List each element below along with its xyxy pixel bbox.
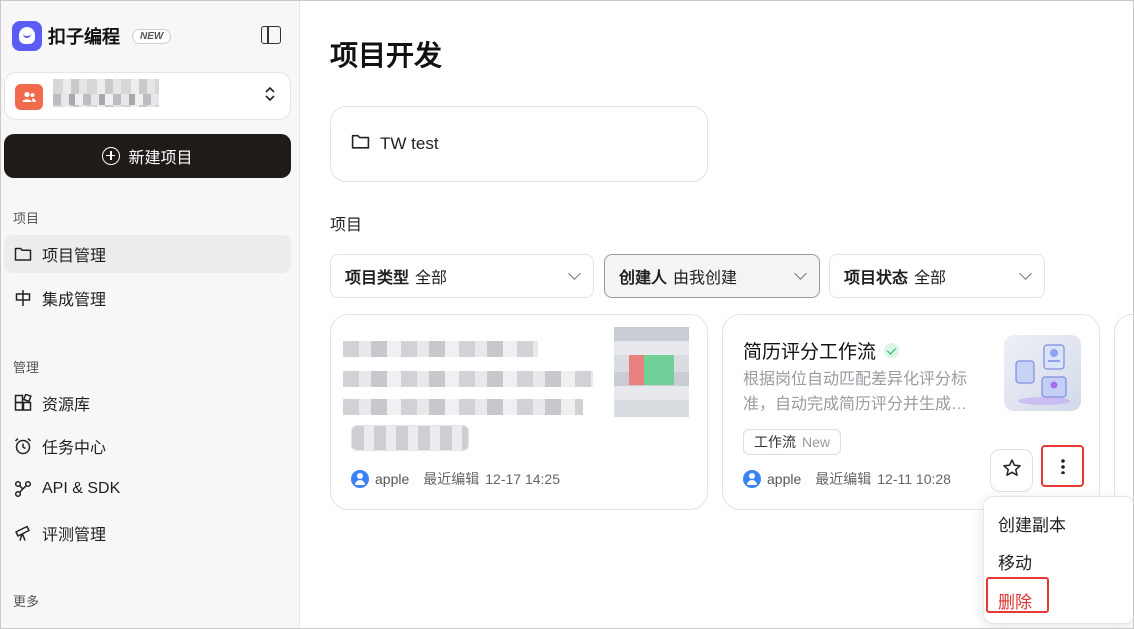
filter-value: 全部	[415, 270, 448, 287]
sidebar-item-label: 任务中心	[42, 440, 107, 457]
integration-icon	[13, 288, 33, 308]
sidebar-item-label: 评测管理	[42, 527, 107, 544]
project-card-resume-workflow[interactable]: 简历评分工作流 根据岗位自动匹配差异化评分标准，自动完成简历评分并生成… 工作流…	[722, 314, 1100, 510]
filter-label: 创建人	[619, 270, 668, 287]
type-tag: 工作流 New	[743, 429, 842, 455]
filter-label: 项目类型	[345, 270, 410, 287]
api-icon	[13, 479, 33, 499]
filter-value: 全部	[914, 270, 947, 287]
edited-time: 12-17 14:25	[485, 471, 560, 487]
new-project-label: 新建项目	[128, 150, 193, 167]
workspace-switcher[interactable]	[4, 72, 291, 120]
folder-card[interactable]: TW test	[330, 106, 708, 182]
folder-icon	[351, 133, 370, 155]
card-title: 简历评分工作流	[743, 337, 900, 364]
card-title-text: 简历评分工作流	[743, 342, 877, 363]
card-meta: apple 最近编辑 12-17 14:25	[351, 469, 560, 489]
tag-redacted	[351, 425, 469, 451]
author-name: apple	[375, 471, 410, 487]
new-project-button[interactable]: 新建项目	[4, 134, 291, 178]
section-label-project: 项目	[13, 211, 40, 226]
filter-value: 由我创建	[673, 270, 738, 287]
alarm-clock-icon	[13, 436, 33, 456]
sidebar-item-label: 集成管理	[42, 292, 107, 309]
team-icon	[15, 84, 43, 110]
section-label-manage: 管理	[13, 360, 40, 375]
menu-item-duplicate[interactable]: 创建副本	[998, 511, 1066, 536]
folder-icon	[13, 244, 33, 264]
brand[interactable]: 扣子编程 NEW	[12, 21, 172, 51]
sidebar-item-label: 资源库	[42, 397, 91, 414]
verified-check-icon	[884, 343, 900, 358]
star-icon	[1002, 458, 1022, 483]
workflow-thumbnail-icon	[1004, 335, 1081, 411]
sidebar-item-evaluation[interactable]: 评测管理	[4, 514, 291, 552]
resource-icon	[13, 393, 33, 413]
workspace-name-redacted-2	[53, 94, 159, 105]
project-card-partial[interactable]	[1114, 314, 1134, 510]
more-vertical-icon	[1060, 458, 1065, 474]
sidebar-item-resources[interactable]: 资源库	[4, 384, 291, 422]
new-badge: NEW	[132, 28, 172, 44]
project-card-redacted[interactable]: apple 最近编辑 12-17 14:25	[330, 314, 708, 510]
description-redacted	[343, 371, 593, 387]
sidebar-item-label: 项目管理	[42, 248, 107, 265]
brand-name: 扣子编程	[48, 27, 120, 47]
sidebar-item-project-management[interactable]: 项目管理	[4, 235, 291, 273]
card-description: 根据岗位自动匹配差异化评分标准，自动完成简历评分并生成…	[743, 371, 968, 413]
folder-name: TW test	[380, 134, 439, 153]
menu-item-move[interactable]: 移动	[998, 549, 1032, 574]
sidebar: 扣子编程 NEW 新建项目 项目 项目管理 集成管理 管理 资源库 任务中心 A…	[0, 0, 300, 629]
coze-logo-icon	[12, 21, 42, 51]
menu-item-delete[interactable]: 删除	[998, 588, 1032, 613]
author-name: apple	[767, 471, 802, 487]
card-meta: apple 最近编辑 12-11 10:28	[743, 469, 951, 489]
card-context-menu: 创建副本 移动 删除	[983, 496, 1134, 624]
description-redacted-2	[343, 399, 583, 415]
sidebar-collapse-icon[interactable]	[261, 26, 281, 44]
chevron-updown-icon	[264, 86, 276, 104]
edited-label: 最近编辑	[815, 471, 872, 487]
edited-time: 12-11 10:28	[877, 471, 951, 487]
telescope-icon	[13, 523, 33, 543]
filter-creator[interactable]: 创建人 由我创建	[604, 254, 820, 298]
section-label-more: 更多	[13, 594, 40, 609]
edited-label: 最近编辑	[423, 471, 480, 487]
tag-new: New	[802, 434, 831, 450]
projects-section-title: 项目	[330, 217, 363, 234]
user-avatar-icon	[743, 470, 761, 488]
filter-label: 项目状态	[844, 270, 909, 287]
filter-project-status[interactable]: 项目状态 全部	[829, 254, 1045, 298]
title-redacted	[343, 341, 538, 357]
sidebar-item-task-center[interactable]: 任务中心	[4, 427, 291, 465]
chevron-down-icon	[568, 267, 581, 280]
favorite-button[interactable]	[990, 449, 1033, 492]
sidebar-item-integration[interactable]: 集成管理	[4, 279, 291, 317]
sidebar-item-api-sdk[interactable]: API & SDK	[4, 470, 291, 508]
chevron-down-icon	[794, 267, 807, 280]
tag-label: 工作流	[754, 434, 796, 450]
user-avatar-icon	[351, 470, 369, 488]
more-options-button[interactable]	[1041, 445, 1084, 487]
sidebar-item-label: API & SDK	[42, 480, 121, 497]
chevron-down-icon	[1019, 267, 1032, 280]
plus-circle-icon	[102, 147, 121, 165]
page-title: 项目开发	[330, 40, 443, 71]
filter-project-type[interactable]: 项目类型 全部	[330, 254, 594, 298]
thumbnail-redacted	[614, 327, 689, 417]
